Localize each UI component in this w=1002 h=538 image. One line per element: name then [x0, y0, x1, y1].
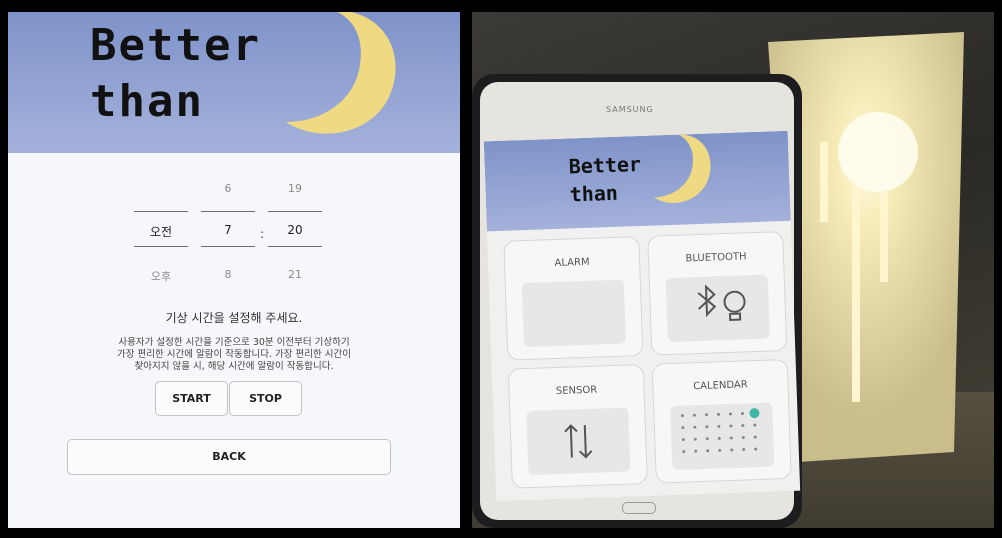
- ampm-next[interactable]: 오후: [134, 268, 188, 284]
- minute-divider-top: [268, 211, 322, 212]
- alarm-tile-preview: [521, 279, 626, 348]
- calendar-tile-label: CALENDAR: [693, 379, 748, 393]
- minute-divider-bottom: [268, 246, 322, 247]
- start-button[interactable]: START: [155, 381, 228, 416]
- minute-prev[interactable]: 19: [268, 182, 322, 195]
- bluetooth-tile[interactable]: BLUETOOTH: [647, 231, 788, 356]
- hour-selected[interactable]: 7: [201, 223, 255, 237]
- tablet-screen: Better than ALARM BLUETOOTH SENSOR CALEN…: [483, 130, 801, 502]
- tablet-face: SAMSUNG Better than ALARM BLUETOOTH SENS…: [480, 82, 801, 520]
- bluetooth-tile-preview: [665, 274, 770, 343]
- sensor-tile-label: SENSOR: [555, 384, 598, 398]
- tablet-device: SAMSUNG Better than ALARM BLUETOOTH SENS…: [472, 74, 802, 528]
- alarm-tile-label: ALARM: [554, 256, 590, 270]
- calendar-tile[interactable]: CALENDAR: [651, 358, 792, 484]
- calendar-grid-icon: [681, 408, 760, 454]
- up-down-arrows-icon: [564, 424, 593, 459]
- sensor-tile-preview: [526, 407, 631, 476]
- crescent-moon-icon: [286, 12, 396, 134]
- stop-button[interactable]: STOP: [229, 381, 302, 416]
- hour-divider-top: [201, 211, 255, 212]
- app-title-line1: Better: [90, 20, 261, 71]
- tablet-brand: SAMSUNG: [606, 105, 654, 114]
- screen-moon-icon: [653, 134, 711, 203]
- time-separator: :: [260, 227, 265, 241]
- back-button[interactable]: BACK: [67, 439, 391, 475]
- screen-title-line1: Better: [568, 151, 642, 179]
- minute-selected[interactable]: 20: [268, 223, 322, 237]
- hour-prev[interactable]: 6: [201, 182, 255, 195]
- app-header-banner: Better than: [8, 12, 460, 153]
- ampm-selected[interactable]: 오전: [134, 223, 188, 240]
- app-title-line2: than: [90, 76, 204, 127]
- hour-divider-bottom: [201, 246, 255, 247]
- bluetooth-tile-label: BLUETOOTH: [685, 251, 747, 265]
- calendar-tile-preview: [670, 402, 775, 471]
- ampm-divider-bottom: [134, 246, 188, 247]
- hour-next[interactable]: 8: [201, 268, 255, 281]
- bluetooth-bulb-icon: [697, 284, 746, 321]
- device-photo: SAMSUNG Better than ALARM BLUETOOTH SENS…: [472, 12, 994, 528]
- alarm-screen: Better than 오후 오전 6 7 8 : 19 20 21 기상 시간…: [8, 12, 460, 528]
- alarm-tile[interactable]: ALARM: [503, 236, 644, 361]
- sensor-tile[interactable]: SENSOR: [507, 363, 648, 489]
- ampm-divider-top: [134, 211, 188, 212]
- tablet-home-button[interactable]: [622, 502, 656, 514]
- screen-title-line2: than: [569, 180, 619, 207]
- alarm-description-line3: 찾아지지 않을 시, 해당 시간에 알람이 작동합니다.: [134, 361, 334, 372]
- screen-header-banner: Better than: [483, 130, 791, 232]
- minute-next[interactable]: 21: [268, 268, 322, 281]
- alarm-prompt: 기상 시간을 설정해 주세요.: [165, 311, 303, 325]
